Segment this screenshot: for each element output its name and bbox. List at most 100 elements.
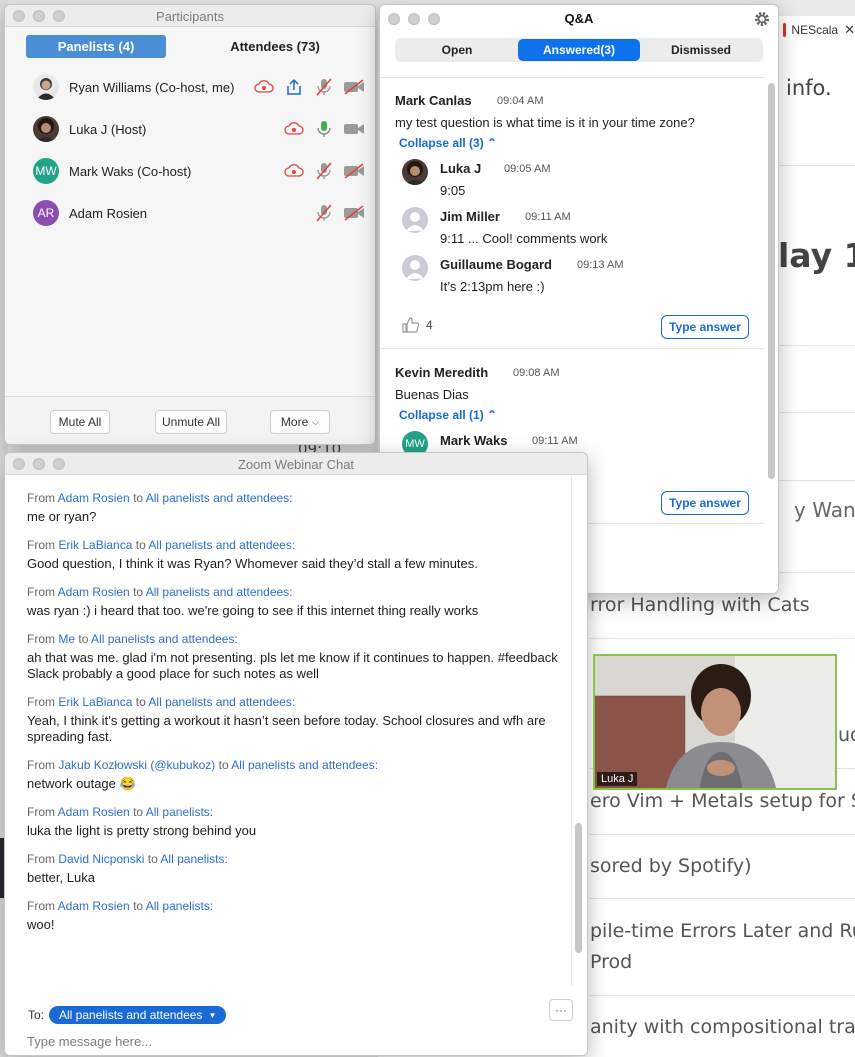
mic-muted-icon[interactable] bbox=[313, 160, 335, 182]
chat-message-text: Good question, I think it was Ryan? Whom… bbox=[27, 556, 478, 571]
video-off-icon[interactable] bbox=[343, 202, 365, 224]
close-tab-icon[interactable]: ✕ bbox=[844, 22, 855, 38]
sender-name[interactable]: Jakub Kozłowski (@kubukoz) bbox=[58, 758, 215, 772]
recipient-name[interactable]: All panelists and attendees: bbox=[231, 758, 378, 772]
participants-title: Participants bbox=[156, 9, 224, 24]
question-author: Kevin Meredith bbox=[395, 365, 489, 380]
sender-name[interactable]: Adam Rosien bbox=[58, 491, 130, 505]
tab-panelists[interactable]: Panelists (4) bbox=[26, 35, 166, 58]
chat-compose: To: All panelists and attendees ▼ ··· bbox=[5, 986, 587, 1055]
background-heading: lay 1) bbox=[778, 236, 855, 275]
video-off-icon[interactable] bbox=[343, 160, 365, 182]
unmute-all-button[interactable]: Unmute All bbox=[155, 410, 227, 434]
divider bbox=[780, 480, 855, 481]
answer-author: Guillaume Bogard bbox=[440, 257, 552, 272]
from-word: From bbox=[27, 695, 55, 709]
from-word: From bbox=[27, 899, 55, 913]
recipient-name[interactable]: All panelists: bbox=[146, 899, 213, 913]
background-text: pile-time Errors Later and Run bbox=[590, 920, 855, 942]
chat-title: Zoom Webinar Chat bbox=[237, 457, 355, 472]
from-word: From bbox=[27, 632, 55, 646]
divider bbox=[590, 638, 855, 639]
participant-name: Mark Waks (Co-host) bbox=[69, 163, 192, 179]
speaker-video bbox=[595, 656, 835, 788]
chat-window: Zoom Webinar Chat From Adam Rosien to Al… bbox=[4, 452, 588, 1056]
browser-tab[interactable]: NEScala ✕ bbox=[778, 16, 855, 44]
chat-scrollbar[interactable] bbox=[575, 823, 582, 953]
chat-message-text: me or ryan? bbox=[27, 509, 97, 524]
gear-icon[interactable] bbox=[754, 11, 770, 32]
mic-muted-icon[interactable] bbox=[313, 202, 335, 224]
default-avatar-icon bbox=[402, 255, 428, 281]
type-answer-button[interactable]: Type answer bbox=[661, 315, 749, 339]
chat-message-text: was ryan :) i heard that too. we're goin… bbox=[27, 603, 479, 618]
chat-message-text: luka the light is pretty strong behind y… bbox=[27, 823, 257, 838]
sender-name[interactable]: Adam Rosien bbox=[58, 805, 130, 819]
recording-icon bbox=[283, 160, 305, 182]
chat-message-text: ah that was me. glad i'm not presenting.… bbox=[27, 650, 558, 681]
to-word: to bbox=[133, 491, 144, 505]
more-button[interactable]: More ⌵ bbox=[270, 410, 330, 434]
chat-message-header: From David Nicponski to All panelists: bbox=[27, 852, 567, 866]
recipient-name[interactable]: All panelists and attendees: bbox=[146, 585, 293, 599]
participant-name: Ryan Williams (Co-host, me) bbox=[69, 79, 235, 95]
sender-name[interactable]: Erik LaBianca bbox=[58, 695, 132, 709]
recording-icon bbox=[283, 118, 305, 140]
participant-row[interactable]: Luka J (Host) bbox=[5, 108, 375, 150]
avatar bbox=[33, 116, 59, 142]
to-word: to bbox=[135, 538, 146, 552]
recipient-name[interactable]: All panelists and attendees: bbox=[148, 695, 295, 709]
sender-name[interactable]: Me bbox=[58, 632, 75, 646]
video-off-icon[interactable] bbox=[343, 76, 365, 98]
recipient-name[interactable]: All panelists and attendees: bbox=[91, 632, 238, 646]
mute-all-button[interactable]: Mute All bbox=[50, 410, 110, 434]
more-button-label: More bbox=[280, 415, 309, 429]
question-text: Buenas Dias bbox=[395, 387, 469, 402]
recording-icon bbox=[253, 76, 275, 98]
recipient-dropdown[interactable]: All panelists and attendees ▼ bbox=[49, 1006, 227, 1024]
tab-open[interactable]: Open bbox=[396, 39, 518, 61]
upvote-button[interactable]: 4 bbox=[402, 317, 433, 333]
chat-message: From Adam Rosien to All panelists: luka t… bbox=[27, 805, 567, 839]
divider bbox=[590, 834, 855, 835]
chat-message: From Erik LaBianca to All panelists and … bbox=[27, 538, 567, 572]
avatar: AR bbox=[33, 200, 59, 226]
tab-answered[interactable]: Answered(3) bbox=[518, 39, 640, 61]
recipient-name[interactable]: All panelists: bbox=[160, 852, 227, 866]
type-answer-button[interactable]: Type answer bbox=[661, 491, 749, 515]
participant-row[interactable]: Ryan Williams (Co-host, me) bbox=[5, 66, 375, 108]
background-text: rror Handling with Cats bbox=[590, 594, 810, 616]
tab-attendees[interactable]: Attendees (73) bbox=[205, 35, 345, 58]
participant-row[interactable]: MW Mark Waks (Co-host) bbox=[5, 150, 375, 192]
chat-message-input[interactable] bbox=[27, 1030, 547, 1052]
sender-name[interactable]: Adam Rosien bbox=[58, 585, 130, 599]
more-options-button[interactable]: ··· bbox=[549, 999, 573, 1021]
participants-titlebar[interactable]: Participants bbox=[5, 5, 375, 27]
chat-message-text: Yeah, I think it’s getting a workout it … bbox=[27, 713, 546, 744]
background-text: info. bbox=[786, 76, 832, 100]
sender-name[interactable]: Erik LaBianca bbox=[58, 538, 132, 552]
to-word: to bbox=[218, 758, 229, 772]
to-label: To: bbox=[28, 1008, 45, 1022]
mic-muted-icon[interactable] bbox=[313, 76, 335, 98]
qa-scrollbar[interactable] bbox=[768, 83, 775, 479]
recipient-name[interactable]: All panelists: bbox=[146, 805, 213, 819]
sender-name[interactable]: David Nicponski bbox=[58, 852, 144, 866]
tab-dismissed[interactable]: Dismissed bbox=[640, 39, 762, 61]
collapse-all-link[interactable]: Collapse all (3) ⌃ bbox=[399, 136, 497, 150]
video-on-icon[interactable] bbox=[343, 118, 365, 140]
answer-author: Luka J bbox=[440, 161, 482, 176]
participant-row[interactable]: AR Adam Rosien bbox=[5, 192, 375, 234]
collapse-all-link[interactable]: Collapse all (1) ⌃ bbox=[399, 408, 497, 422]
recipient-name[interactable]: All panelists and attendees: bbox=[146, 491, 293, 505]
from-word: From bbox=[27, 491, 55, 505]
recipient-label: All panelists and attendees bbox=[59, 1008, 203, 1022]
recipient-name[interactable]: All panelists and attendees: bbox=[148, 538, 295, 552]
answer-time: 09:11 AM bbox=[532, 435, 578, 447]
chat-titlebar[interactable]: Zoom Webinar Chat bbox=[5, 453, 587, 475]
mic-on-icon[interactable] bbox=[313, 118, 335, 140]
sender-name[interactable]: Adam Rosien bbox=[58, 899, 130, 913]
qa-titlebar[interactable]: Q&A bbox=[380, 5, 778, 33]
video-thumbnail[interactable]: Luka J bbox=[593, 654, 837, 790]
chat-message-header: From Erik LaBianca to All panelists and … bbox=[27, 695, 567, 709]
